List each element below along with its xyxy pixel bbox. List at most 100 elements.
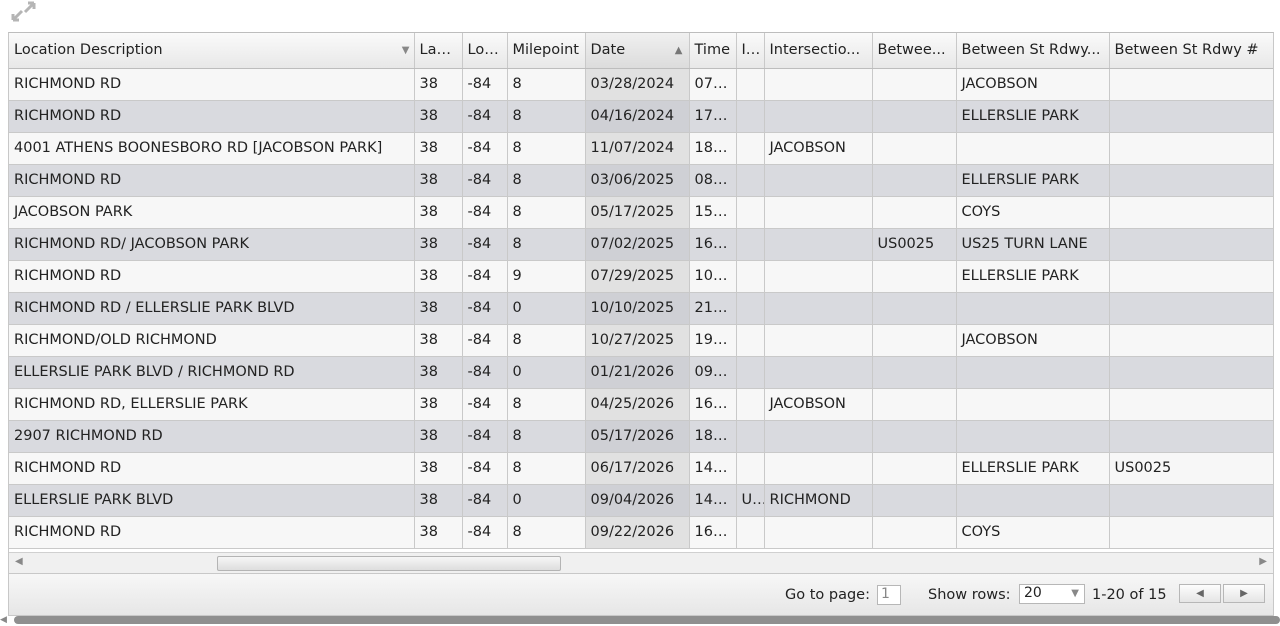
- table-cell: 38: [414, 324, 463, 357]
- filter-dropdown-icon[interactable]: ▼: [402, 45, 410, 56]
- table-cell: -84: [462, 132, 508, 165]
- table-cell: [764, 516, 873, 549]
- next-page-button[interactable]: ▶: [1223, 584, 1265, 603]
- table-cell: COYS: [956, 196, 1110, 229]
- table-cell: [1109, 68, 1273, 101]
- table-cell: -84: [462, 228, 508, 261]
- column-header-2[interactable]: Lon...: [462, 33, 508, 69]
- table-cell: RICHMOND RD: [9, 452, 415, 485]
- table-cell: ELLERSLIE PARK: [956, 260, 1110, 293]
- table-cell: [764, 420, 873, 453]
- table-cell: JACOBSON: [764, 388, 873, 421]
- table-cell: 0821: [689, 164, 737, 197]
- page-number-input[interactable]: 1: [877, 585, 901, 605]
- table-cell: 8: [507, 132, 586, 165]
- column-header-label: Date: [590, 42, 626, 59]
- table-cell: 38: [414, 388, 463, 421]
- table-row[interactable]: RICHMOND RD 38 -84 8 09/22/2026 1640 COYS: [9, 516, 1273, 549]
- table-row[interactable]: RICHMOND RD 38 -84 8 06/17/2026 1431 ELLERSLIE…: [9, 452, 1273, 485]
- column-header-5[interactable]: Time: [689, 33, 737, 69]
- scrollbar-thumb[interactable]: [217, 556, 561, 571]
- go-to-page-label: Go to page:: [785, 587, 870, 603]
- table-cell: 8: [507, 516, 586, 549]
- table-cell: 10/27/2025: [585, 324, 690, 357]
- table-cell: 38: [414, 420, 463, 453]
- table-row[interactable]: RICHMOND RD 38 -84 8 04/16/2024 1748 ELLERSLIE…: [9, 100, 1273, 133]
- table-cell: [1109, 132, 1273, 165]
- table-cell: 0: [507, 356, 586, 389]
- resize-diagonal-icon[interactable]: [8, 0, 38, 24]
- page-range-text: 1-20 of 15: [1092, 587, 1167, 603]
- table-row[interactable]: ELLERSLIE PARK BLVD 38 -84 0 09/04/2026 1446 U…: [9, 484, 1273, 517]
- horizontal-scrollbar[interactable]: ◀ ▶: [9, 552, 1273, 573]
- table-cell: [736, 292, 765, 325]
- table-row[interactable]: JACOBSON PARK 38 -84 8 05/17/2025 1500 COYS: [9, 196, 1273, 229]
- table-cell: JACOBSON: [764, 132, 873, 165]
- table-cell: 1500: [689, 196, 737, 229]
- table-cell: 38: [414, 68, 463, 101]
- table-cell: -84: [462, 516, 508, 549]
- table-cell: -84: [462, 356, 508, 389]
- column-header-label: Milepoint: [512, 42, 579, 59]
- table-cell: [872, 132, 957, 165]
- sort-ascending-icon: ▲: [674, 45, 683, 56]
- table-row[interactable]: 4001 ATHENS BOONESBORO RD [JACOBSON PARK…: [9, 132, 1273, 165]
- table-cell: 04/25/2026: [585, 388, 690, 421]
- table-cell: [764, 164, 873, 197]
- scroll-left-icon[interactable]: ◀: [15, 556, 23, 567]
- outer-scroll-left-icon[interactable]: ◀: [0, 615, 7, 625]
- table-cell: ELLERSLIE PARK BLVD: [9, 484, 415, 517]
- column-header-8[interactable]: Betwee...: [872, 33, 957, 69]
- table-cell: 1030: [689, 260, 737, 293]
- scroll-right-icon[interactable]: ▶: [1259, 556, 1267, 567]
- table-cell: 8: [507, 420, 586, 453]
- column-header-0[interactable]: Location Description ▼: [9, 33, 415, 69]
- table-cell: 1848: [689, 420, 737, 453]
- table-cell: RICHMOND RD / ELLERSLIE PARK BLVD: [9, 292, 415, 325]
- table-cell: -84: [462, 452, 508, 485]
- table-cell: 0: [507, 484, 586, 517]
- table-cell: [956, 420, 1110, 453]
- table-row[interactable]: RICHMOND RD 38 -84 9 07/29/2025 1030 ELLERSLIE…: [9, 260, 1273, 293]
- table-cell: -84: [462, 260, 508, 293]
- column-header-6[interactable]: I...: [736, 33, 765, 69]
- column-header-1[interactable]: Lati...: [414, 33, 463, 69]
- table-cell: [872, 452, 957, 485]
- table-cell: -84: [462, 388, 508, 421]
- table-cell: 10/10/2025: [585, 292, 690, 325]
- table-row[interactable]: RICHMOND RD/ JACOBSON PARK 38 -84 8 07/02/20…: [9, 228, 1273, 261]
- column-header-label: Intersectio...: [769, 42, 861, 59]
- table-cell: 38: [414, 292, 463, 325]
- table-row[interactable]: RICHMOND RD, ELLERSLIE PARK 38 -84 8 04/25/2…: [9, 388, 1273, 421]
- table-cell: [736, 164, 765, 197]
- column-header-label: Time: [694, 42, 731, 59]
- column-header-3[interactable]: Milepoint: [507, 33, 586, 69]
- table-cell: 11/07/2024: [585, 132, 690, 165]
- column-header-4[interactable]: Date ▲: [585, 33, 690, 69]
- table-cell: [872, 292, 957, 325]
- column-header-label: Between St Rdwy #: [1114, 42, 1259, 59]
- column-header-9[interactable]: Between St Rdwy...: [956, 33, 1110, 69]
- table-cell: 38: [414, 196, 463, 229]
- table-cell: [736, 356, 765, 389]
- table-row[interactable]: RICHMOND RD 38 -84 8 03/06/2025 0821 ELLERSLIE…: [9, 164, 1273, 197]
- table-row[interactable]: RICHMOND/OLD RICHMOND 38 -84 8 10/27/2025 190…: [9, 324, 1273, 357]
- table-row[interactable]: ELLERSLIE PARK BLVD / RICHMOND RD 38 -84 0 0…: [9, 356, 1273, 389]
- table-cell: [956, 484, 1110, 517]
- table-cell: -84: [462, 196, 508, 229]
- table-cell: -84: [462, 164, 508, 197]
- previous-page-button[interactable]: ◀: [1179, 584, 1221, 603]
- table-cell: [1109, 100, 1273, 133]
- column-header-7[interactable]: Intersectio...: [764, 33, 873, 69]
- table-cell: 2907 RICHMOND RD: [9, 420, 415, 453]
- rows-per-page-select[interactable]: 20 ▼: [1019, 584, 1085, 604]
- table-row[interactable]: 2907 RICHMOND RD 38 -84 8 05/17/2026 1848: [9, 420, 1273, 453]
- table-cell: -84: [462, 484, 508, 517]
- table-cell: [1109, 292, 1273, 325]
- table-cell: 0: [507, 292, 586, 325]
- column-header-10[interactable]: Between St Rdwy #: [1109, 33, 1273, 69]
- table-row[interactable]: RICHMOND RD 38 -84 8 03/28/2024 0716 JACOBSON: [9, 68, 1273, 101]
- table-row[interactable]: RICHMOND RD / ELLERSLIE PARK BLVD 38 -84 0 1…: [9, 292, 1273, 325]
- table-cell: 03/06/2025: [585, 164, 690, 197]
- outer-scrollbar-thumb[interactable]: [14, 616, 1280, 624]
